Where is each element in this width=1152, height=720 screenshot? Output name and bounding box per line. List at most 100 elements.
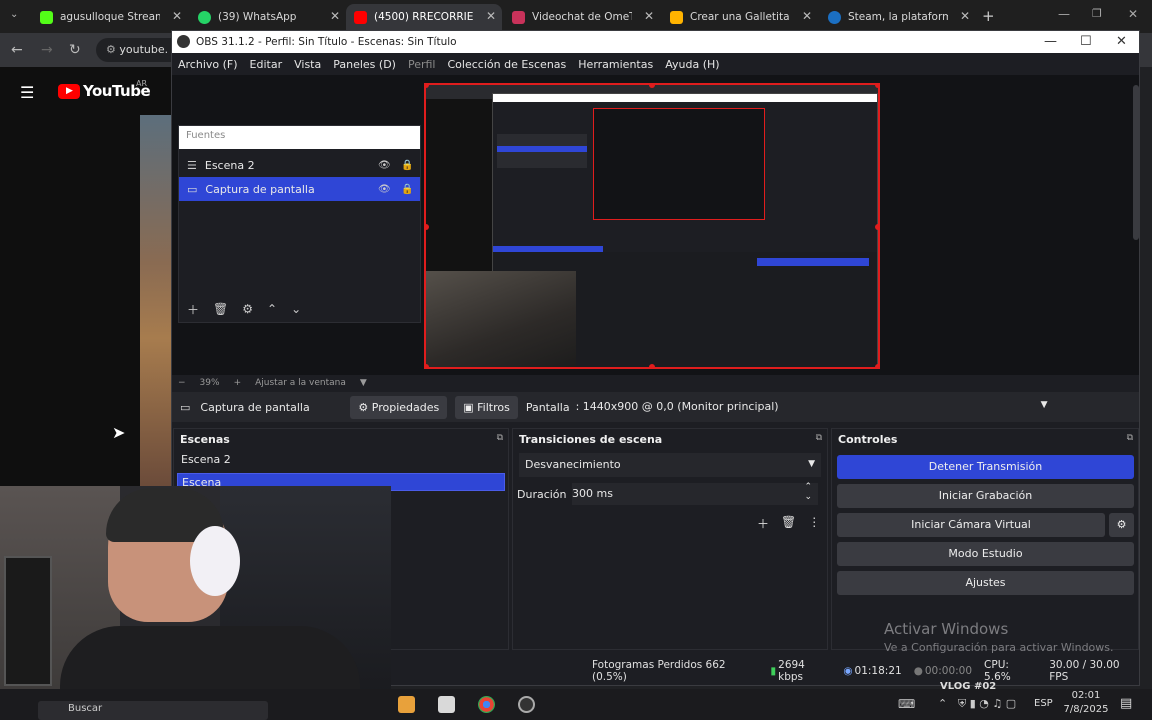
sources-header: Fuentes: [179, 126, 420, 149]
move-down-icon[interactable]: ⌄: [291, 302, 301, 316]
steam-icon: [828, 10, 841, 24]
menu-editar[interactable]: Editar: [250, 58, 283, 71]
minimize-icon[interactable]: —: [1044, 34, 1057, 49]
close-icon[interactable]: ✕: [960, 9, 970, 23]
lock-icon[interactable]: 🔒: [401, 184, 413, 195]
fps: 30.00 / 30.00 FPS: [1049, 659, 1120, 683]
maximize-icon[interactable]: ☐: [1080, 34, 1092, 49]
menu-paneles[interactable]: Paneles (D): [333, 58, 396, 71]
tab-search-icon[interactable]: ⌄: [10, 9, 18, 20]
source-properties-icon[interactable]: ⚙: [242, 302, 253, 316]
new-tab-button[interactable]: +: [982, 7, 995, 25]
menu-perfil[interactable]: Perfil: [408, 58, 436, 71]
add-source-icon[interactable]: ＋: [187, 301, 199, 318]
store-icon[interactable]: [398, 696, 415, 713]
studio-mode-button[interactable]: Modo Estudio: [837, 542, 1134, 566]
duration-spinbox[interactable]: 300 ms ⌃ ⌄: [572, 482, 818, 505]
language-indicator[interactable]: ESP: [1034, 698, 1053, 709]
start-virtual-camera-button[interactable]: Iniciar Cámara Virtual: [837, 513, 1105, 537]
nested-webcam: [426, 271, 576, 367]
screen-select[interactable]: : 1440x900 @ 0,0 (Monitor principal) ▼: [575, 396, 1054, 418]
more-options-icon[interactable]: ⋮: [808, 515, 820, 532]
filters-button[interactable]: ▣ Filtros: [455, 395, 518, 419]
browser-tab-active[interactable]: (4500) RRECORRIENDO ✕: [346, 4, 502, 30]
region-label: AR: [136, 79, 148, 88]
chrome-icon[interactable]: [478, 696, 495, 713]
menu-ayuda[interactable]: Ayuda (H): [665, 58, 719, 71]
kick-icon: [40, 10, 53, 24]
minimize-icon[interactable]: —: [1058, 7, 1070, 21]
remove-source-icon[interactable]: 🗑: [213, 302, 228, 316]
close-window-icon[interactable]: ✕: [1128, 7, 1138, 21]
visibility-icon[interactable]: 👁: [378, 160, 391, 171]
menu-archivo[interactable]: Archivo (F): [178, 58, 238, 71]
stop-streaming-button[interactable]: Detener Transmisión: [837, 455, 1134, 479]
transitions-dock: Transiciones de escena ⧉ Desvanecimiento…: [512, 428, 828, 650]
notification-icon[interactable]: ▤: [1120, 696, 1132, 711]
obs-logo-icon: [177, 35, 190, 48]
source-item-selected[interactable]: ▭ Captura de pantalla 👁 🔒: [179, 177, 420, 201]
clock-date[interactable]: 7/8/2025: [1060, 704, 1112, 715]
close-icon[interactable]: ✕: [330, 9, 340, 23]
close-icon[interactable]: ✕: [1116, 34, 1127, 49]
zoom-out-icon[interactable]: −: [178, 378, 186, 388]
transitions-title: Transiciones de escena: [519, 433, 663, 446]
start-recording-button[interactable]: Iniciar Grabación: [837, 484, 1134, 508]
preview-scrollbar[interactable]: [1133, 85, 1139, 240]
chevron-up-icon[interactable]: ⌃: [938, 697, 947, 710]
mail-icon[interactable]: [438, 696, 455, 713]
decrement-icon[interactable]: ⌄: [804, 492, 812, 502]
webcam-overlay: [0, 486, 391, 696]
menu-herramientas[interactable]: Herramientas: [578, 58, 653, 71]
back-icon[interactable]: ←: [11, 42, 23, 58]
close-icon[interactable]: ✕: [802, 9, 812, 23]
undock-icon[interactable]: ⧉: [1127, 433, 1133, 443]
reload-icon[interactable]: ↻: [69, 42, 81, 58]
settings-button[interactable]: Ajustes: [837, 571, 1134, 595]
controls-title: Controles: [838, 433, 898, 446]
screen-label: Pantalla: [525, 400, 570, 414]
taskbar-search[interactable]: Buscar: [38, 701, 268, 720]
zoom-fit-label[interactable]: Ajustar a la ventana: [255, 378, 346, 388]
close-icon[interactable]: ✕: [486, 9, 496, 23]
browser-tab[interactable]: Videochat de OmeTV: u ✕: [504, 4, 660, 30]
browser-tab[interactable]: agusulloque Stream - W ✕: [32, 4, 188, 30]
remove-transition-icon[interactable]: 🗑: [781, 515, 796, 532]
youtube-icon: [354, 10, 367, 24]
forward-icon[interactable]: →: [41, 42, 53, 58]
preview-canvas[interactable]: [424, 83, 880, 369]
youtube-logo-icon[interactable]: ▶: [58, 84, 80, 99]
obs-taskbar-icon[interactable]: [518, 696, 535, 713]
zoom-dropdown-icon[interactable]: ▼: [360, 378, 367, 388]
menu-coleccion-escenas[interactable]: Colección de Escenas: [448, 58, 567, 71]
increment-icon[interactable]: ⌃: [804, 482, 812, 492]
undock-icon[interactable]: ⧉: [816, 433, 822, 443]
zoom-in-icon[interactable]: +: [234, 378, 242, 388]
video-thumbnail[interactable]: [140, 115, 172, 487]
mouse-cursor-icon: ➤: [112, 423, 126, 442]
clock-time[interactable]: 02:01: [1066, 690, 1106, 701]
browser-tab[interactable]: Crear una Galletitas dig ✕: [662, 4, 818, 30]
whatsapp-icon: [198, 10, 211, 24]
undock-icon[interactable]: ⧉: [497, 433, 503, 443]
close-icon[interactable]: ✕: [172, 9, 182, 23]
keyboard-icon[interactable]: ⌨: [898, 697, 915, 711]
close-icon[interactable]: ✕: [644, 9, 654, 23]
lock-icon[interactable]: 🔒: [401, 160, 413, 171]
obs-title-bar: OBS 31.1.2 - Perfil: Sin Título - Escena…: [172, 31, 1139, 53]
browser-tab[interactable]: (39) WhatsApp ✕: [190, 4, 346, 30]
menu-icon[interactable]: ☰: [20, 83, 34, 102]
properties-button[interactable]: ⚙ Propiedades: [350, 395, 448, 419]
scene-item[interactable]: Escena 2: [174, 449, 508, 471]
tray-icons[interactable]: ⛨ ▮ ◔ ♫ ▢: [958, 697, 1016, 711]
browser-tab[interactable]: Steam, la plataforma de ✕: [820, 4, 976, 30]
source-item[interactable]: ☰ Escena 2 👁 🔒: [179, 153, 420, 177]
move-up-icon[interactable]: ⌃: [267, 302, 277, 316]
add-transition-icon[interactable]: ＋: [757, 515, 769, 532]
transition-select[interactable]: Desvanecimiento ▼: [519, 453, 821, 477]
menu-vista[interactable]: Vista: [294, 58, 321, 71]
cpu-usage: CPU: 5.6%: [984, 659, 1011, 683]
visibility-icon[interactable]: 👁: [378, 184, 391, 195]
restore-icon[interactable]: ❐: [1092, 7, 1102, 20]
virtual-camera-settings-button[interactable]: ⚙: [1109, 513, 1134, 537]
